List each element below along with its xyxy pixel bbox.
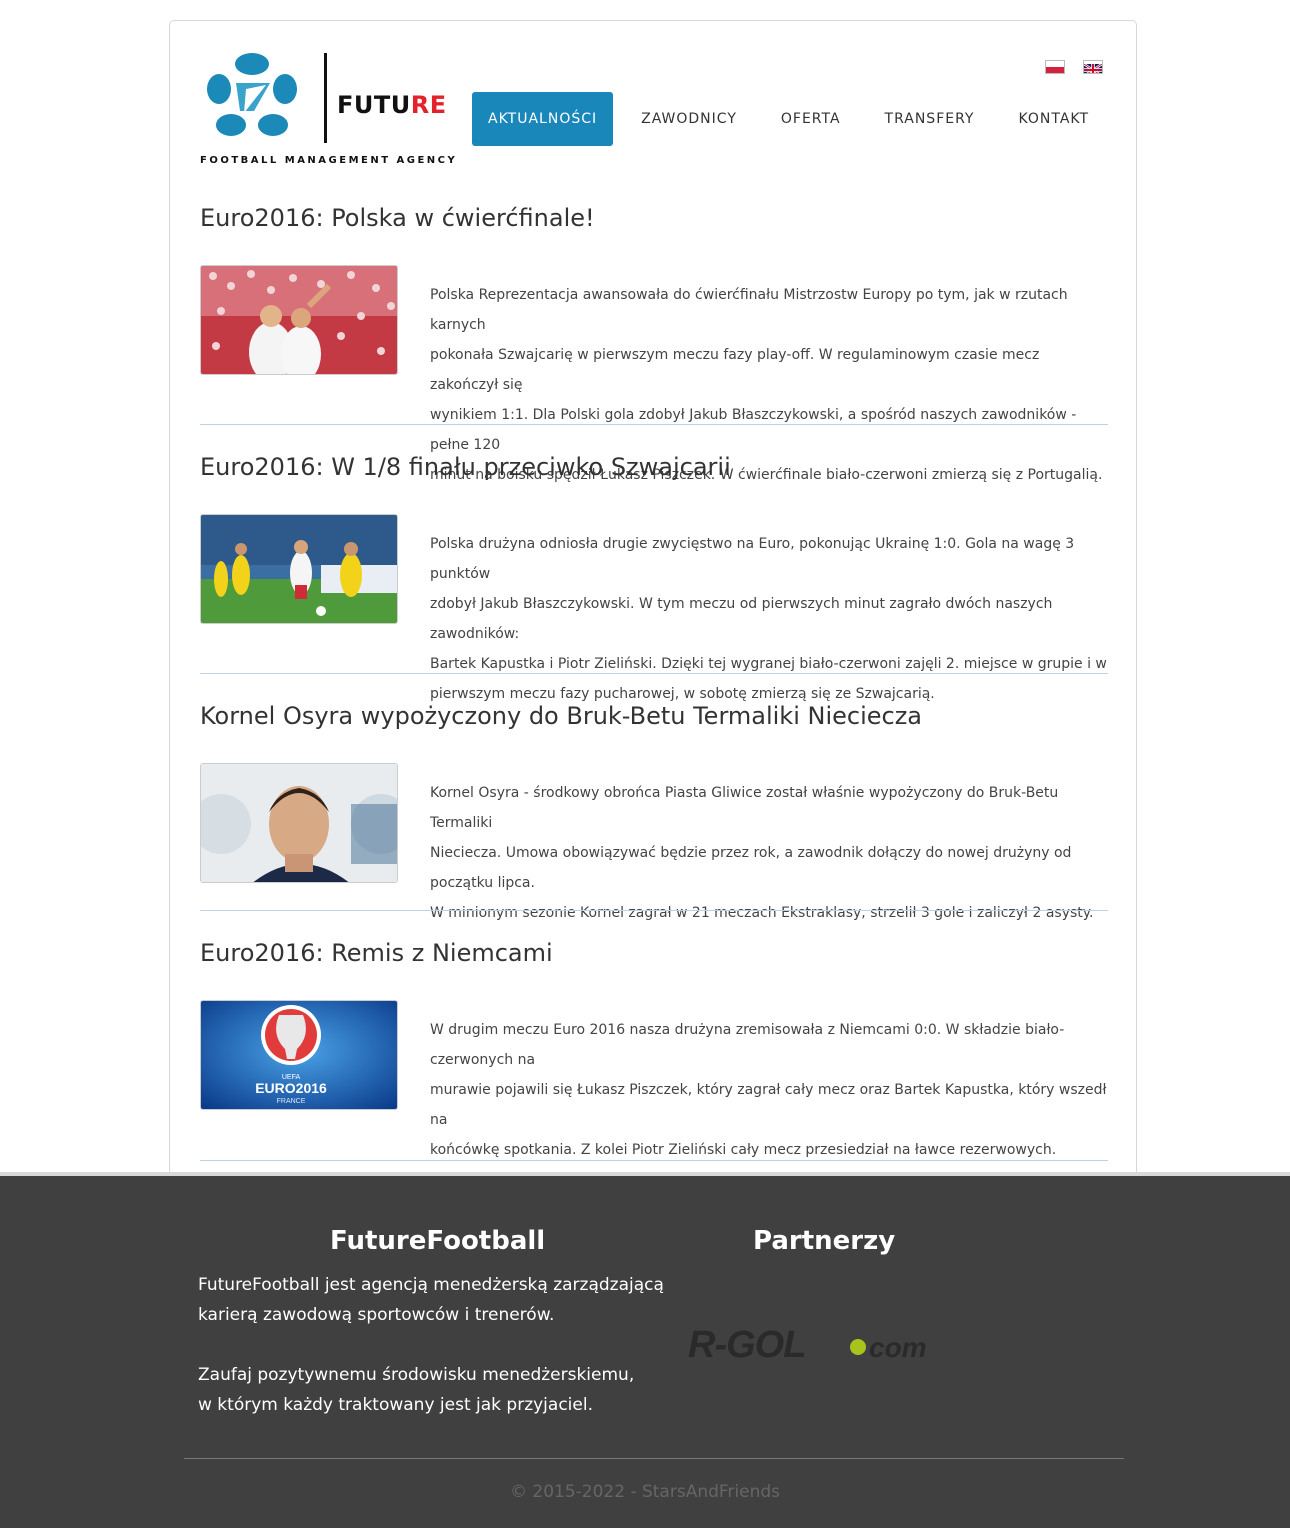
nav-item-transfery[interactable]: TRANSFERY — [869, 92, 991, 146]
polish-flag-icon[interactable] — [1045, 60, 1065, 74]
footer-divider — [184, 1458, 1124, 1459]
article-text: Kornel Osyra - środkowy obrońca Piasta G… — [430, 778, 1110, 928]
partner-logo-rgol[interactable]: R-GOL com — [688, 1324, 940, 1366]
logo-divider — [324, 53, 327, 143]
article-text-line: Kornel Osyra - środkowy obrońca Piasta G… — [430, 785, 1059, 831]
article-text-line: zdobył Jakub Błaszczykowski. W tym meczu… — [430, 596, 1053, 642]
content-card: FUTURE FOOTBALL MANAGEMENT AGENCY AKTUAL… — [169, 20, 1137, 1180]
article-text-line: końcówkę spotkania. Z kolei Piotr Zieliń… — [430, 1142, 1057, 1158]
football-logo-icon — [207, 53, 297, 141]
article-divider — [200, 424, 1108, 425]
article-text: Polska drużyna odniosła drugie zwycięstw… — [430, 529, 1110, 709]
footer-about-text: FutureFootball jest agencją menedżerską … — [198, 1270, 664, 1330]
article-title[interactable]: Kornel Osyra wypożyczony do Bruk-Betu Te… — [200, 702, 922, 730]
article-text-line: Polska Reprezentacja awansowała do ćwier… — [430, 287, 1068, 333]
agency-logo[interactable]: FUTURE FOOTBALL MANAGEMENT AGENCY — [200, 49, 455, 171]
svg-text:com: com — [869, 1332, 927, 1363]
article-text-line: Polska drużyna odniosła drugie zwycięstw… — [430, 536, 1075, 582]
article-text: W drugim meczu Euro 2016 nasza drużyna z… — [430, 1015, 1110, 1165]
nav-item-oferta[interactable]: OFERTA — [765, 92, 857, 146]
article-title[interactable]: Euro2016: W 1/8 finału przeciwko Szwajca… — [200, 453, 731, 481]
footer-copyright: © 2015-2022 - StarsAndFriends — [509, 1482, 781, 1502]
footer-about-text: Zaufaj pozytywnemu środowisku menedżersk… — [198, 1360, 634, 1420]
article-divider — [200, 910, 1108, 911]
svg-text:R-GOL: R-GOL — [688, 1324, 805, 1364]
article-text-line: W drugim meczu Euro 2016 nasza drużyna z… — [430, 1022, 1065, 1068]
article-image[interactable] — [200, 514, 398, 624]
site-footer: FutureFootball FutureFootball jest agenc… — [0, 1172, 1290, 1528]
footer-partners-title: Partnerzy — [753, 1226, 896, 1256]
article-text-line: W minionym sezonie Kornel zagrał w 21 me… — [430, 905, 1094, 921]
article-text-line: wynikiem 1:1. Dla Polski gola zdobył Jak… — [430, 407, 1077, 453]
nav-item-zawodnicy[interactable]: ZAWODNICY — [625, 92, 753, 146]
article-divider — [200, 1160, 1108, 1161]
main-nav: AKTUALNOŚCI ZAWODNICY OFERTA TRANSFERY K… — [472, 92, 1117, 146]
svg-text:EURO2016: EURO2016 — [255, 1080, 327, 1096]
footer-about-line: w którym każdy traktowany jest jak przyj… — [198, 1395, 593, 1415]
article-text-line: murawie pojawili się Łukasz Piszczek, kt… — [430, 1082, 1107, 1128]
footer-about-line: karierą zawodową sportowców i trenerów. — [198, 1305, 555, 1325]
article-text-line: pierwszym meczu fazy pucharowej, w sobot… — [430, 686, 935, 702]
article-title[interactable]: Euro2016: Remis z Niemcami — [200, 939, 553, 967]
nav-item-aktualnosci[interactable]: AKTUALNOŚCI — [472, 92, 614, 146]
footer-about-line: Zaufaj pozytywnemu środowisku menedżersk… — [198, 1365, 635, 1385]
article-text-line: Bartek Kapustka i Piotr Zieliński. Dzięk… — [430, 656, 1107, 672]
article-text-line: pokonała Szwajcarię w pierwszym meczu fa… — [430, 347, 1040, 393]
uk-flag-icon[interactable] — [1083, 60, 1103, 74]
footer-about-title: FutureFootball — [330, 1226, 546, 1256]
article-title[interactable]: Euro2016: Polska w ćwierćfinale! — [200, 204, 595, 232]
nav-item-kontakt[interactable]: KONTAKT — [1002, 92, 1105, 146]
logo-tagline: FOOTBALL MANAGEMENT AGENCY — [200, 155, 458, 166]
article-image[interactable] — [200, 763, 398, 883]
logo-brand-text: FUTURE — [337, 91, 447, 119]
article-divider — [200, 673, 1108, 674]
article-image[interactable]: UEFA EURO2016 FRANCE — [200, 1000, 398, 1110]
svg-text:FRANCE: FRANCE — [277, 1098, 306, 1105]
article-text-line: Nieciecza. Umowa obowiązywać będzie prze… — [430, 845, 1072, 891]
footer-about-line: FutureFootball jest agencją menedżerską … — [198, 1275, 664, 1295]
article-image[interactable] — [200, 265, 398, 375]
